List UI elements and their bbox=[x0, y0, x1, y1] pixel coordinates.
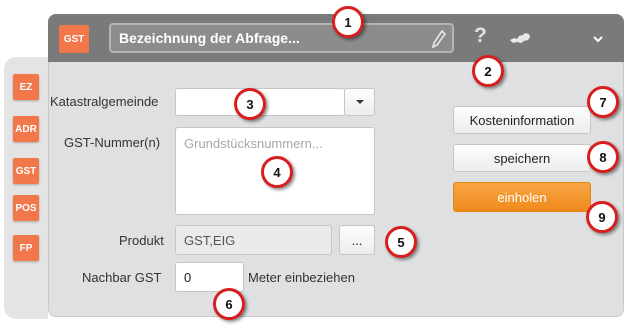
nav-tab-fp[interactable]: FP bbox=[13, 235, 39, 261]
gst-nummer-label: GST-Nummer(n) bbox=[64, 135, 161, 150]
callout-marker: 5 bbox=[385, 226, 417, 258]
chevron-down-icon[interactable] bbox=[592, 31, 604, 43]
speichern-button[interactable]: speichern bbox=[453, 144, 591, 172]
produkt-label: Produkt bbox=[119, 233, 164, 248]
callout-marker: 9 bbox=[586, 201, 618, 233]
einholen-button[interactable]: einholen bbox=[453, 182, 591, 212]
austria-map-icon[interactable] bbox=[509, 31, 531, 43]
produkt-field: GST,EIG bbox=[175, 225, 332, 255]
nav-tab-adr[interactable]: ADR bbox=[13, 116, 39, 142]
callout-marker: 2 bbox=[472, 55, 504, 87]
callout-marker: 1 bbox=[332, 6, 364, 38]
nav-tab-gst[interactable]: GST bbox=[13, 158, 39, 184]
callout-marker: 7 bbox=[587, 86, 619, 118]
query-title-input[interactable]: Bezeichnung der Abfrage... bbox=[109, 23, 454, 53]
callout-marker: 4 bbox=[261, 156, 293, 188]
gst-nummer-placeholder: Grundstücksnummern... bbox=[184, 136, 323, 151]
callout-marker: 8 bbox=[587, 141, 619, 173]
nav-tab-pos[interactable]: POS bbox=[13, 195, 39, 221]
katastralgemeinde-dropdown-button[interactable] bbox=[344, 88, 375, 116]
gst-badge: GST bbox=[59, 25, 89, 53]
callout-marker: 6 bbox=[213, 288, 245, 320]
nav-tab-ez[interactable]: EZ bbox=[13, 74, 39, 100]
help-icon[interactable]: ? bbox=[474, 24, 487, 48]
pencil-icon bbox=[431, 29, 447, 49]
caret-down-icon bbox=[355, 100, 364, 104]
nachbar-gst-suffix: Meter einbeziehen bbox=[248, 270, 355, 285]
kosteninformation-button[interactable]: Kosteninformation bbox=[453, 106, 591, 134]
katastralgemeinde-label: Katastralgemeinde bbox=[50, 94, 159, 109]
callout-marker: 3 bbox=[234, 88, 266, 120]
produkt-select-button[interactable]: ... bbox=[339, 225, 375, 255]
nachbar-gst-label: Nachbar GST bbox=[82, 270, 162, 285]
side-nav: EZ ADR GST POS FP bbox=[4, 57, 48, 319]
nachbar-gst-input[interactable]: 0 bbox=[175, 262, 244, 292]
